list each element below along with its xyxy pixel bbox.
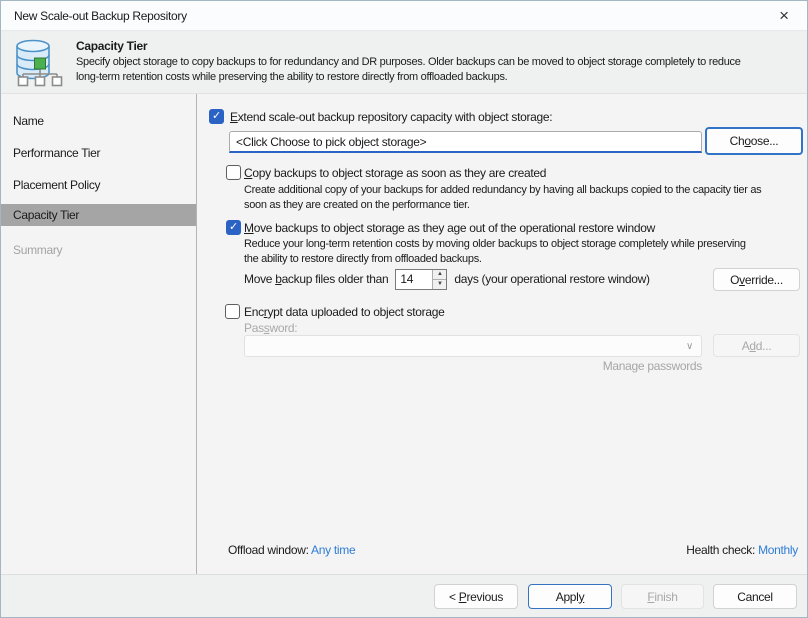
password-label: Password: [244,321,297,335]
wizard-dialog: New Scale-out Backup Repository × Capaci… [0,0,808,618]
days-value[interactable]: 14 [396,270,432,289]
health-check-row: Health check: Monthly [686,543,798,557]
step-description: Specify object storage to copy backups t… [76,55,741,85]
encrypt-data-label[interactable]: Encrypt data uploaded to object storage [244,305,444,319]
override-button[interactable]: Override... [713,268,800,291]
step-description-line: long-term retention costs while preservi… [76,70,741,85]
days-spinner[interactable]: 14 ▲ ▼ [395,269,447,290]
offload-window-link[interactable]: Any time [311,543,355,557]
scale-out-repository-icon [13,36,63,88]
extend-capacity-checkbox[interactable]: ✓ [209,109,224,124]
add-password-button: Add... [713,334,800,357]
move-days-row: Move backup files older than 14 ▲ ▼ days… [244,268,650,290]
step-title: Capacity Tier [76,39,147,53]
copy-backups-label[interactable]: Copy backups to object storage as soon a… [244,166,546,180]
step-description-line: Specify object storage to copy backups t… [76,55,741,70]
sidebar-item-name[interactable]: Name [1,110,196,132]
previous-button[interactable]: < Previous [434,584,518,609]
spinner-down-icon[interactable]: ▼ [433,280,446,289]
finish-button: Finish [621,584,704,609]
password-combobox: ∨ [244,335,702,357]
apply-button[interactable]: Apply [528,584,612,609]
copy-backups-checkbox[interactable] [226,165,241,180]
move-days-label: Move backup files older than [244,272,388,286]
move-days-suffix: days (your operational restore window) [454,272,649,286]
cancel-button[interactable]: Cancel [713,584,797,609]
sidebar-item-performance-tier[interactable]: Performance Tier [1,142,196,164]
move-backups-checkbox[interactable]: ✓ [226,220,241,235]
window-title: New Scale-out Backup Repository [14,1,187,31]
check-icon: ✓ [229,222,238,233]
extend-capacity-label[interactable]: Extend scale-out backup repository capac… [230,110,552,124]
close-icon[interactable]: × [771,4,797,28]
step-content: ✓ Extend scale-out backup repository cap… [197,94,807,574]
health-check-link[interactable]: Monthly [758,543,798,557]
spinner-up-icon[interactable]: ▲ [433,270,446,280]
manage-passwords-link: Manage passwords [244,359,702,373]
offload-window-row: Offload window: Any time [228,543,355,557]
chevron-down-icon: ∨ [686,341,693,352]
sidebar-item-placement-policy[interactable]: Placement Policy [1,174,196,196]
offload-window-label: Offload window: [228,543,309,557]
move-backups-label[interactable]: Move backups to object storage as they a… [244,221,655,235]
health-check-label: Health check: [686,543,755,557]
move-backups-description: Reduce your long-term retention costs by… [244,237,746,267]
object-storage-field[interactable] [229,131,702,153]
title-bar: New Scale-out Backup Repository × [1,1,807,31]
choose-button[interactable]: Choose... [705,127,803,155]
wizard-header: Capacity Tier Specify object storage to … [1,31,807,94]
copy-backups-description: Create additional copy of your backups f… [244,183,761,213]
wizard-footer: < Previous Apply Finish Cancel [1,574,807,617]
wizard-steps-sidebar: Name Performance Tier Placement Policy C… [1,94,197,574]
sidebar-item-capacity-tier[interactable]: Capacity Tier [1,204,196,226]
sidebar-item-summary: Summary [1,239,196,261]
check-icon: ✓ [212,111,221,122]
encrypt-data-checkbox[interactable] [225,304,240,319]
